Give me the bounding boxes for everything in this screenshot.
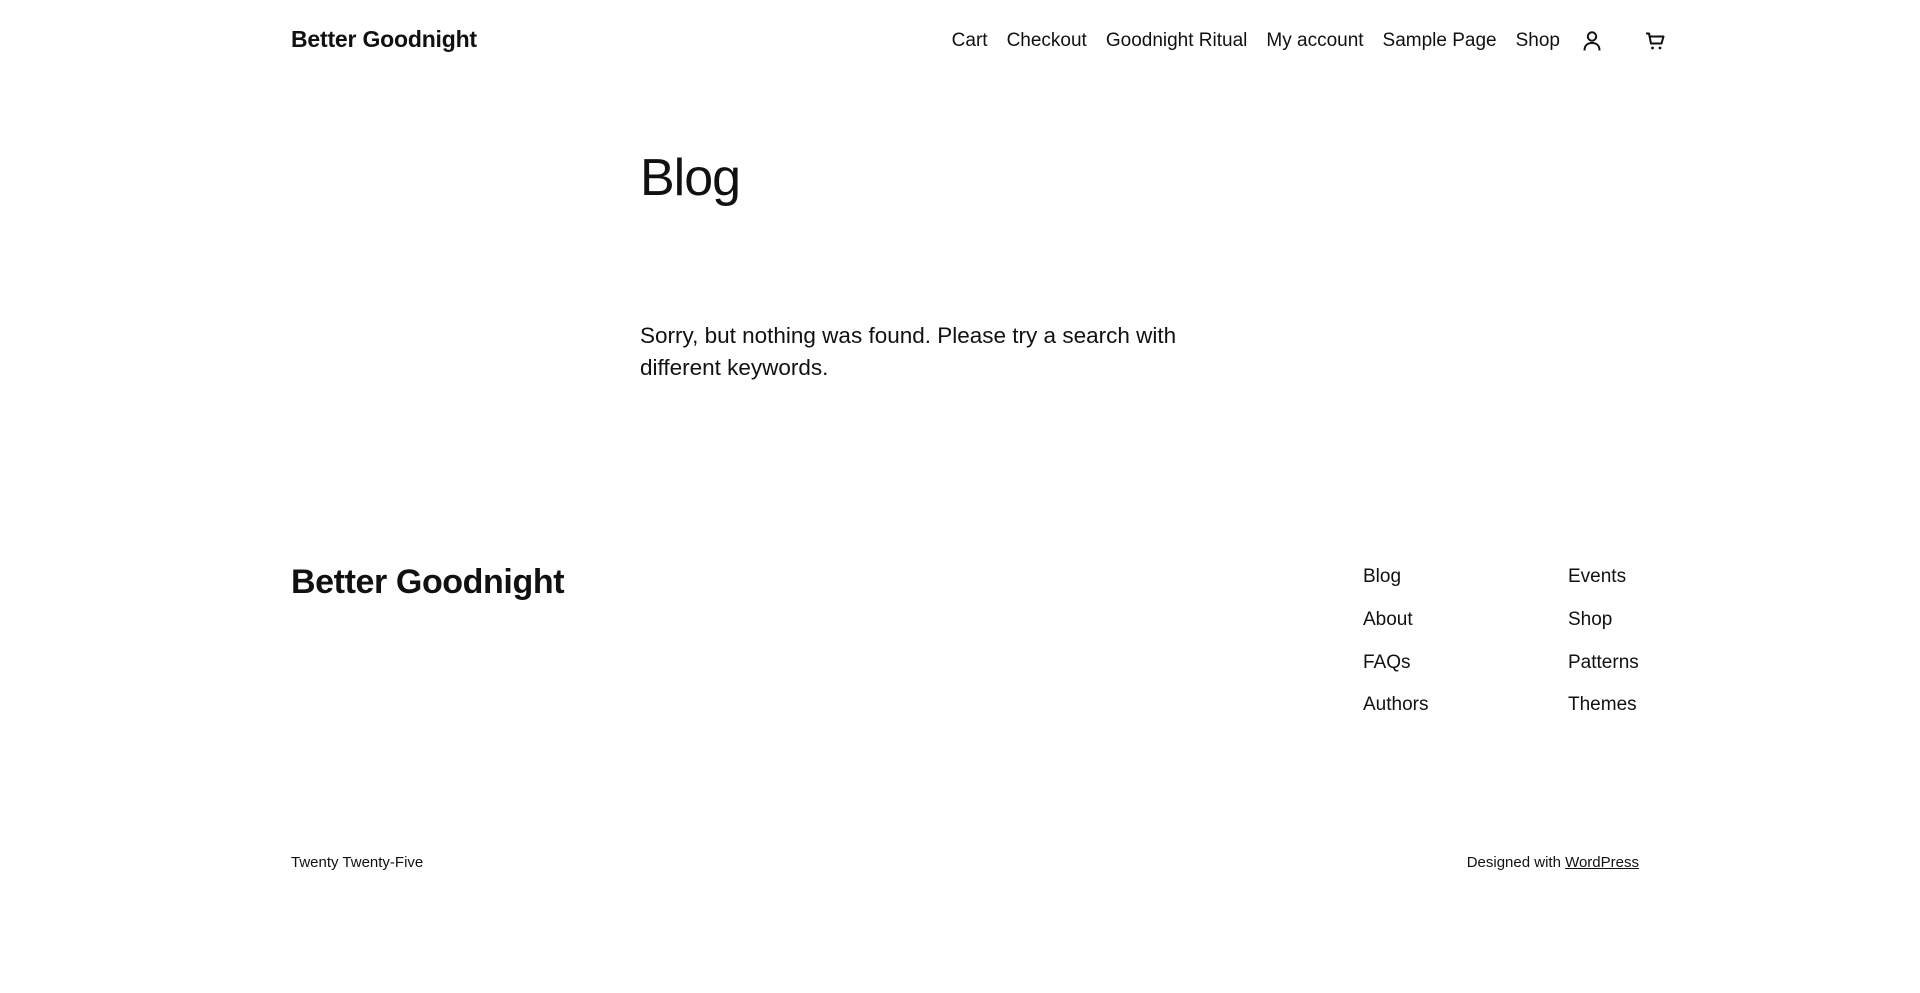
main-content: Blog Sorry, but nothing was found. Pleas… xyxy=(640,149,1280,379)
site-title-link[interactable]: Better Goodnight xyxy=(291,26,477,53)
footer-link-authors[interactable]: Authors xyxy=(1363,694,1428,717)
footer-link-blog[interactable]: Blog xyxy=(1363,566,1428,589)
footer-site-title[interactable]: Better Goodnight xyxy=(291,563,565,602)
footer-link-about[interactable]: About xyxy=(1363,609,1428,632)
theme-name: Twenty Twenty-Five xyxy=(291,854,424,871)
account-button[interactable] xyxy=(1579,28,1605,54)
site-header: Better Goodnight Cart Checkout Goodnight… xyxy=(0,0,1920,86)
cart-button[interactable] xyxy=(1642,28,1668,54)
nav-item-checkout[interactable]: Checkout xyxy=(1007,30,1087,52)
nav-item-my-account[interactable]: My account xyxy=(1266,30,1363,52)
footer-link-shop[interactable]: Shop xyxy=(1568,609,1639,632)
nav-item-goodnight-ritual[interactable]: Goodnight Ritual xyxy=(1106,30,1248,52)
footer-bottom-bar: Twenty Twenty-Five Designed with WordPre… xyxy=(291,854,1639,871)
account-icon xyxy=(1583,31,1601,51)
footer-nav-column-2: Events Shop Patterns Themes xyxy=(1568,566,1639,717)
primary-navigation: Cart Checkout Goodnight Ritual My accoun… xyxy=(952,28,1668,54)
nav-item-sample-page[interactable]: Sample Page xyxy=(1383,30,1497,52)
no-results-message: Sorry, but nothing was found. Please try… xyxy=(640,323,1177,380)
footer-link-events[interactable]: Events xyxy=(1568,566,1639,589)
cart-icon xyxy=(1646,32,1665,50)
footer-link-patterns[interactable]: Patterns xyxy=(1568,652,1639,675)
nav-item-shop[interactable]: Shop xyxy=(1516,30,1560,52)
footer-credit: Designed with WordPress xyxy=(1467,854,1639,871)
footer-nav-column-1: Blog About FAQs Authors xyxy=(1363,566,1428,717)
nav-item-cart[interactable]: Cart xyxy=(952,30,988,52)
wordpress-link[interactable]: WordPress xyxy=(1565,854,1639,871)
credit-prefix: Designed with xyxy=(1466,854,1566,871)
footer-link-faqs[interactable]: FAQs xyxy=(1363,652,1428,675)
page-title: Blog xyxy=(640,149,741,207)
footer-link-themes[interactable]: Themes xyxy=(1568,694,1639,717)
